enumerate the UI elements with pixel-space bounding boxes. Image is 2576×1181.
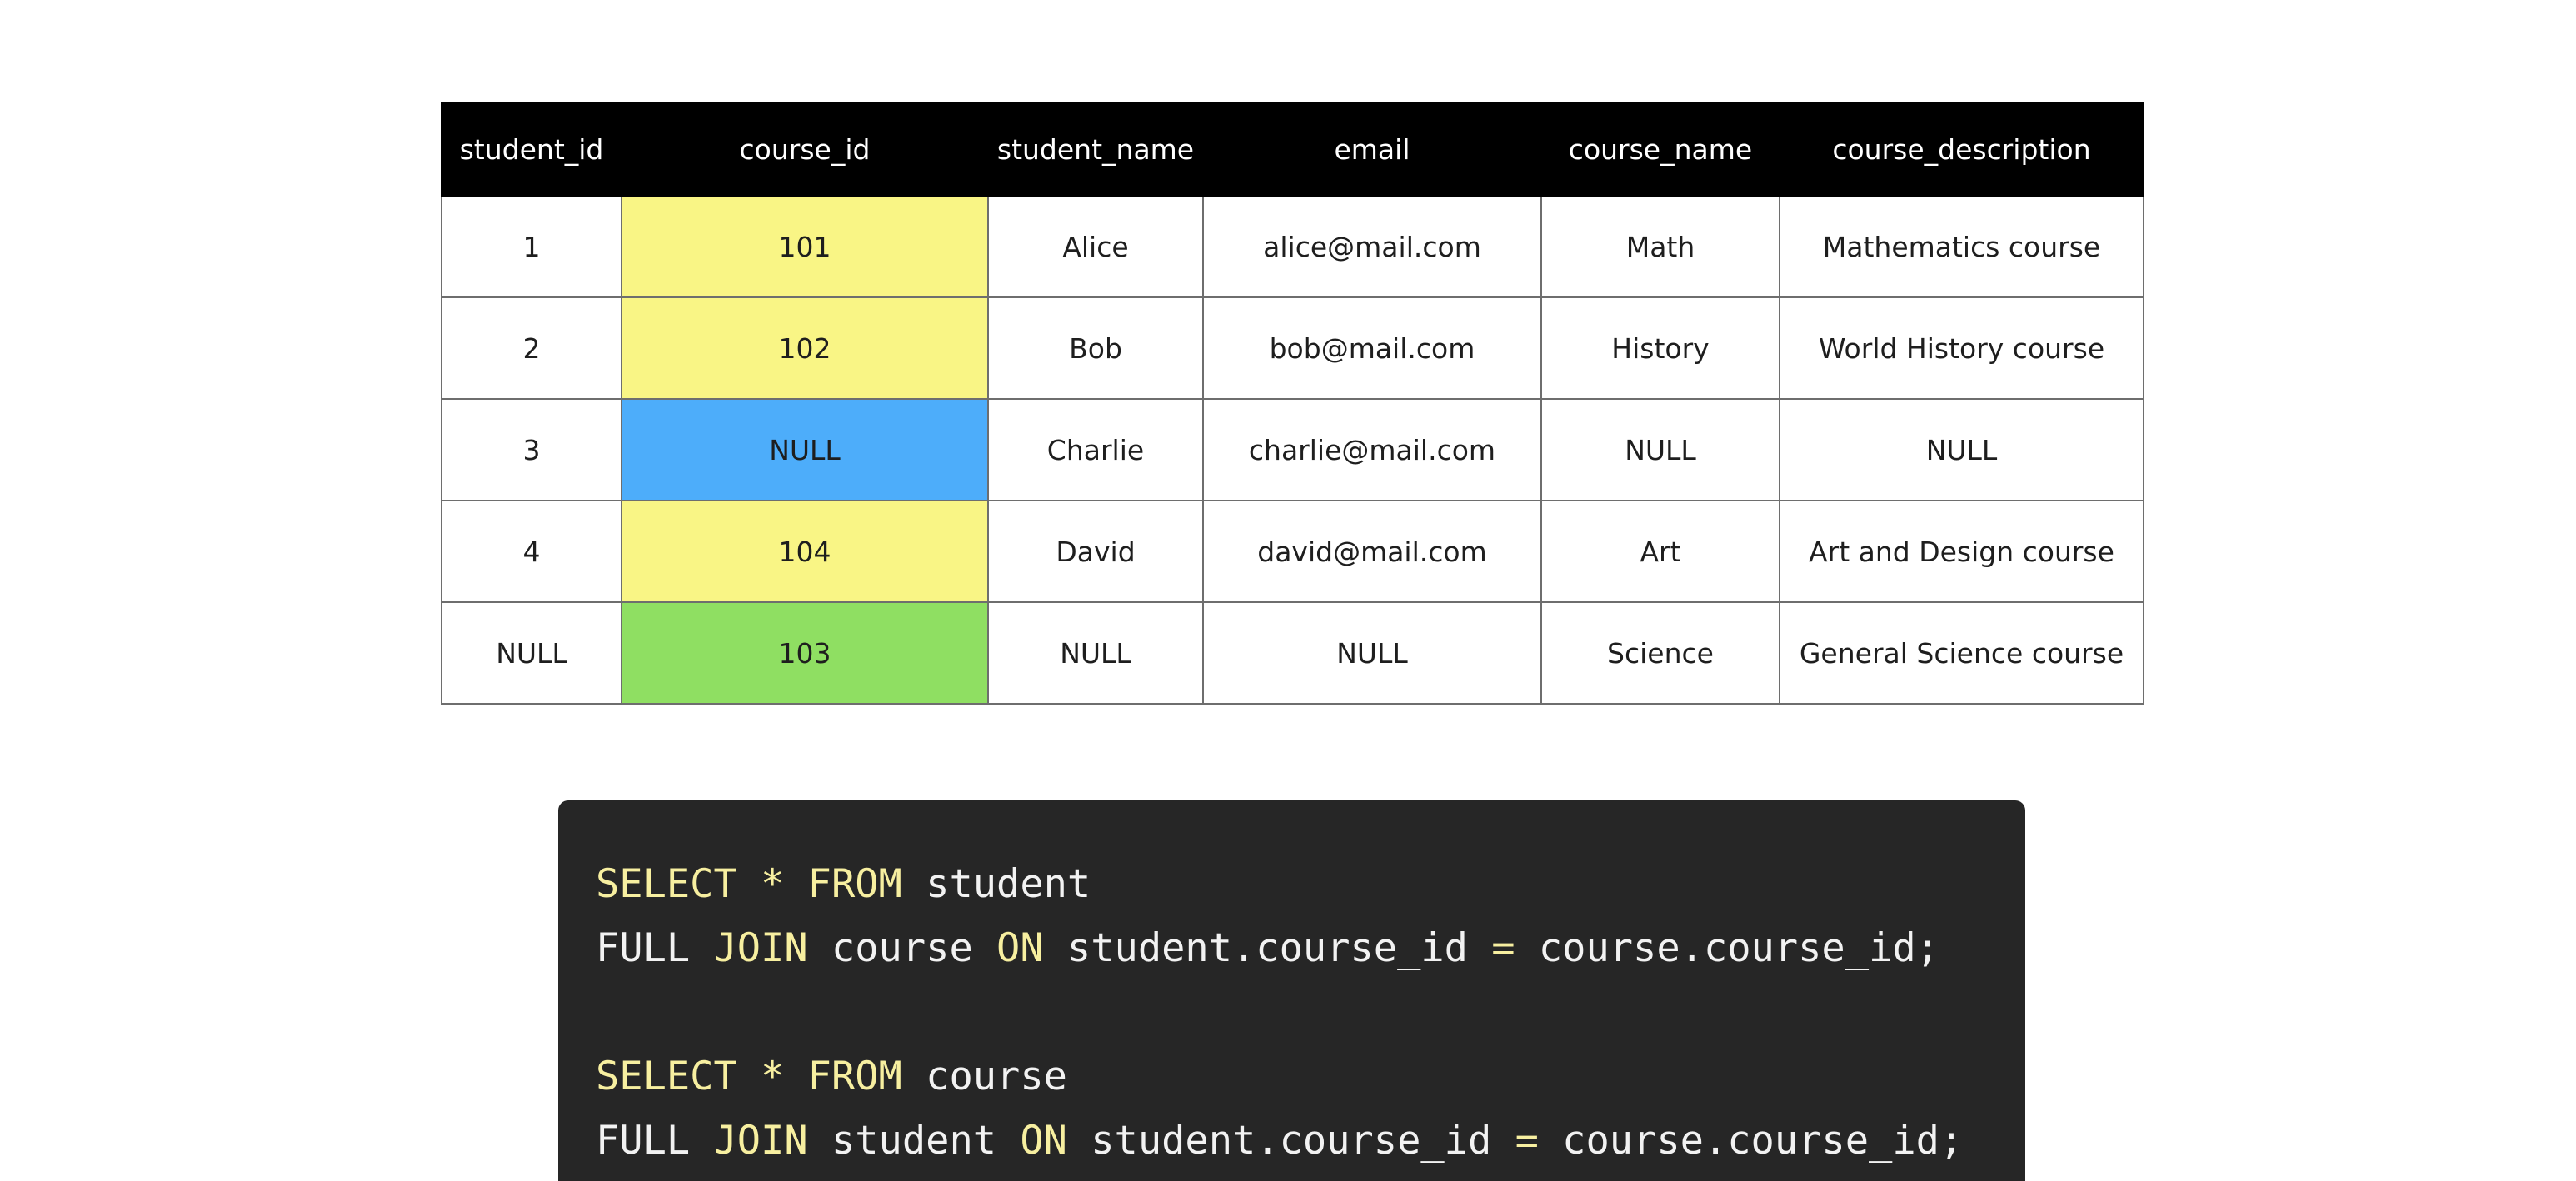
- table-row: 4 104 David david@mail.com Art Art and Design…: [441, 500, 2144, 603]
- table-row: 3 NULL Charlie charlie@mail.com NULL NULL: [441, 398, 2144, 501]
- header-row: student_id course_id student_name email cour…: [441, 102, 2144, 197]
- cell-email: NULL: [1202, 601, 1542, 705]
- sql-text: student: [901, 861, 1091, 907]
- sql-keyword: FROM: [807, 861, 902, 907]
- code-line: SELECT * FROM student: [596, 852, 2025, 916]
- cell-email: alice@mail.com: [1202, 195, 1542, 298]
- sql-text: course: [807, 925, 997, 971]
- sql-text: student.course_id: [1066, 1118, 1515, 1164]
- cell-student-id: 4: [441, 500, 622, 603]
- sql-keyword: JOIN: [713, 1118, 808, 1164]
- cell-course-description: Mathematics course: [1779, 195, 2144, 298]
- cell-email: david@mail.com: [1202, 500, 1542, 603]
- cell-course-name: NULL: [1540, 398, 1780, 501]
- sql-text: course: [901, 1054, 1067, 1099]
- cell-student-name: Alice: [987, 195, 1204, 298]
- sql-keyword: SELECT: [596, 1054, 737, 1099]
- cell-course-name: Math: [1540, 195, 1780, 298]
- cell-student-name: NULL: [987, 601, 1204, 705]
- cell-course-description: World History course: [1779, 296, 2144, 400]
- sql-keyword: =: [1515, 1118, 1539, 1164]
- sql-keyword: *: [761, 861, 785, 907]
- cell-student-id: 2: [441, 296, 622, 400]
- cell-course-name: History: [1540, 296, 1780, 400]
- cell-student-name: David: [987, 500, 1204, 603]
- cell-course-id: 102: [621, 296, 989, 400]
- cell-course-name: Science: [1540, 601, 1780, 705]
- cell-course-id: 104: [621, 500, 989, 603]
- cell-course-id: 103: [621, 601, 989, 705]
- sql-keyword: SELECT: [596, 861, 737, 907]
- cell-course-description: NULL: [1779, 398, 2144, 501]
- code-line: FULL JOIN course ON student.course_id = …: [596, 916, 2025, 980]
- table-body: 1 101 Alice alice@mail.com Math Mathematics c…: [441, 195, 2144, 705]
- column-header-student-id: student_id: [441, 102, 622, 197]
- column-header-course-name: course_name: [1540, 102, 1780, 197]
- cell-email: bob@mail.com: [1202, 296, 1542, 400]
- column-header-course-id: course_id: [621, 102, 989, 197]
- column-header-student-name: student_name: [987, 102, 1204, 197]
- table-row: 2 102 Bob bob@mail.com History World History …: [441, 296, 2144, 400]
- cell-student-name: Charlie: [987, 398, 1204, 501]
- sql-keyword: ON: [1020, 1118, 1067, 1164]
- cell-course-id: 101: [621, 195, 989, 298]
- sql-text: student.course_id: [1043, 925, 1492, 971]
- sql-keyword: FROM: [807, 1054, 902, 1099]
- cell-email: charlie@mail.com: [1202, 398, 1542, 501]
- sql-keyword: =: [1491, 925, 1515, 971]
- column-header-email: email: [1202, 102, 1542, 197]
- cell-course-description: Art and Design course: [1779, 500, 2144, 603]
- table-row: 1 101 Alice alice@mail.com Math Mathematics c…: [441, 195, 2144, 298]
- sql-text: FULL: [596, 1118, 714, 1164]
- sql-code-block: SELECT * FROM student FULL JOIN course ON…: [558, 800, 2025, 1181]
- code-line: SELECT * FROM course: [596, 1044, 2025, 1109]
- cell-student-id: NULL: [441, 601, 622, 705]
- cell-student-name: Bob: [987, 296, 1204, 400]
- sql-keyword: *: [761, 1054, 785, 1099]
- sql-keyword: ON: [996, 925, 1044, 971]
- table-header: student_id course_id student_name email cour…: [441, 102, 2144, 197]
- sql-text: course.course_id;: [1538, 1118, 1964, 1164]
- cell-course-name: Art: [1540, 500, 1780, 603]
- sql-keyword: JOIN: [713, 925, 808, 971]
- full-join-result-table: student_id course_id student_name email cour…: [441, 102, 2144, 705]
- sql-text: student: [807, 1118, 1021, 1164]
- cell-course-description: General Science course: [1779, 601, 2144, 705]
- cell-student-id: 1: [441, 195, 622, 298]
- column-header-course-description: course_description: [1779, 102, 2144, 197]
- cell-course-id: NULL: [621, 398, 989, 501]
- sql-text: FULL: [596, 925, 714, 971]
- code-line: FULL JOIN student ON student.course_id =…: [596, 1109, 2025, 1173]
- sql-text: course.course_id;: [1515, 925, 1939, 971]
- cell-student-id: 3: [441, 398, 622, 501]
- table-row: NULL 103 NULL NULL Science General Science co…: [441, 601, 2144, 705]
